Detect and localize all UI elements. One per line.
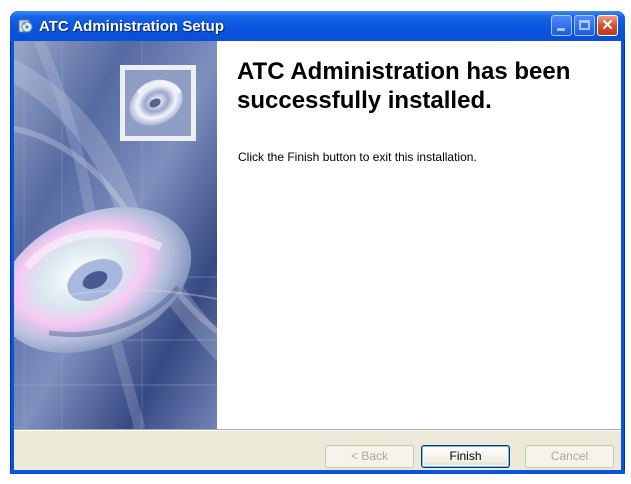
maximize-button[interactable] [574,15,595,36]
finish-instructions: Click the Finish button to exit this ins… [238,150,477,164]
installation-complete-heading: ATC Administration has been successfully… [237,58,571,114]
minimize-button[interactable] [551,15,572,36]
maximize-icon [579,20,590,30]
dialog-client-area: ATC Administration has been successfully… [14,41,621,470]
close-button[interactable]: ✕ [597,15,618,36]
completion-content-panel: ATC Administration has been successfully… [217,41,621,429]
setup-banner-image [14,41,217,429]
back-button[interactable]: < Back [325,445,414,468]
installer-window: ATC Administration Setup ✕ ATC Administr… [10,11,625,474]
dialog-button-row: < Back Finish Cancel [14,431,621,470]
finish-button[interactable]: Finish [421,445,510,468]
minimize-icon [557,28,565,31]
title-bar[interactable]: ATC Administration Setup ✕ [10,11,625,41]
window-controls: ✕ [551,15,618,37]
window-title: ATC Administration Setup [39,18,224,35]
cancel-button[interactable]: Cancel [525,445,614,468]
close-icon: ✕ [601,17,614,34]
window-bottom-border [10,470,625,474]
setup-disk-icon [18,19,33,33]
